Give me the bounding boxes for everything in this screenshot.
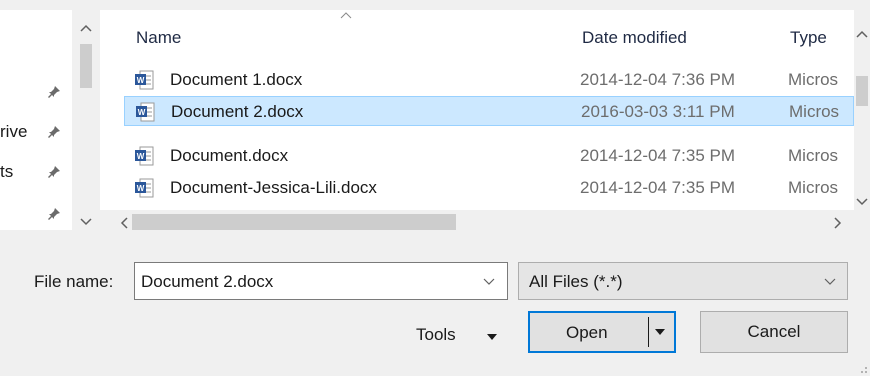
chevron-down-icon[interactable] [483,278,495,286]
word-document-icon: W [136,102,155,122]
file-type: Micros [789,102,840,121]
nav-item-2[interactable]: rive [0,120,72,144]
chevron-down-icon[interactable] [80,218,92,226]
chevron-down-icon[interactable] [856,198,868,206]
pin-icon [48,126,60,138]
vertical-scrollbar[interactable] [854,10,870,210]
open-button[interactable]: Open [528,311,676,353]
nav-item-label: ts [0,162,14,181]
svg-text:W: W [138,108,146,117]
chevron-left-icon[interactable] [120,217,128,229]
word-document-icon: W [135,146,154,166]
nav-scroll-thumb[interactable] [80,44,92,88]
tools-label: Tools [416,325,456,344]
file-name-input[interactable]: Document 2.docx [141,272,273,292]
nav-item-4[interactable] [0,202,72,226]
file-type: Micros [788,178,839,197]
file-row[interactable]: W Document 1.docx 2014-12-04 7:36 PM Mic… [124,65,854,95]
file-row-selected[interactable]: W Document 2.docx 2016-03-03 3:11 PM Mic… [124,96,854,126]
file-row[interactable]: W Document.docx 2014-12-04 7:35 PM Micro… [124,141,854,171]
file-type-filter-select[interactable]: All Files (*.*) [518,262,848,300]
tools-menu-button[interactable]: Tools [412,320,512,352]
svg-text:W: W [137,184,145,193]
svg-text:W: W [137,76,145,85]
file-name: Document-Jessica-Lili.docx [170,178,377,197]
chevron-up-icon[interactable] [856,30,868,38]
chevron-down-icon [824,278,836,285]
caret-down-icon [487,334,497,340]
svg-text:W: W [137,152,145,161]
file-type-filter-value: All Files (*.*) [529,272,623,291]
file-name-combobox[interactable]: Document 2.docx [134,262,508,300]
caret-down-icon[interactable] [654,328,666,336]
split-divider [648,317,649,347]
cancel-button[interactable]: Cancel [700,311,848,353]
nav-item-label: s [0,40,1,64]
resize-grip-icon[interactable] [856,362,868,374]
horizontal-scroll-thumb[interactable] [132,214,456,230]
file-type: Micros [788,146,839,165]
file-date: 2014-12-04 7:36 PM [580,70,735,89]
chevron-right-icon[interactable] [834,217,842,229]
file-date: 2014-12-04 7:35 PM [580,178,735,197]
open-button-label: Open [566,323,608,342]
chevron-up-icon[interactable] [80,24,92,32]
column-header-name[interactable]: Name [136,28,181,48]
vertical-scroll-thumb[interactable] [856,76,868,106]
column-header-date-modified[interactable]: Date modified [582,28,687,48]
file-row[interactable]: W Document-Jessica-Lili.docx 2014-12-04 … [124,173,854,203]
file-type: Micros [788,70,839,89]
file-date: 2014-12-04 7:35 PM [580,146,735,165]
cancel-button-label: Cancel [747,322,801,341]
pin-icon [48,166,60,178]
word-document-icon: W [135,70,154,90]
file-date: 2016-03-03 3:11 PM [581,102,735,121]
horizontal-scrollbar[interactable] [100,210,854,234]
file-name: Document 1.docx [170,70,303,89]
file-name: Document 2.docx [171,102,304,121]
nav-scrollbar[interactable] [72,10,100,230]
nav-item-0[interactable]: s [0,40,72,64]
sort-ascending-icon [340,12,352,19]
word-document-icon: W [135,178,154,198]
pin-icon [48,86,60,98]
nav-item-label: rive [0,122,28,141]
file-name-label: File name: [34,272,114,291]
file-list: Name Date modified Type W Document 1.doc… [100,10,854,210]
nav-item-3[interactable]: ts [0,160,72,184]
nav-item-1[interactable] [0,80,72,104]
file-name: Document.docx [170,146,289,165]
pin-icon [48,208,60,220]
column-header-type[interactable]: Type [790,28,827,48]
